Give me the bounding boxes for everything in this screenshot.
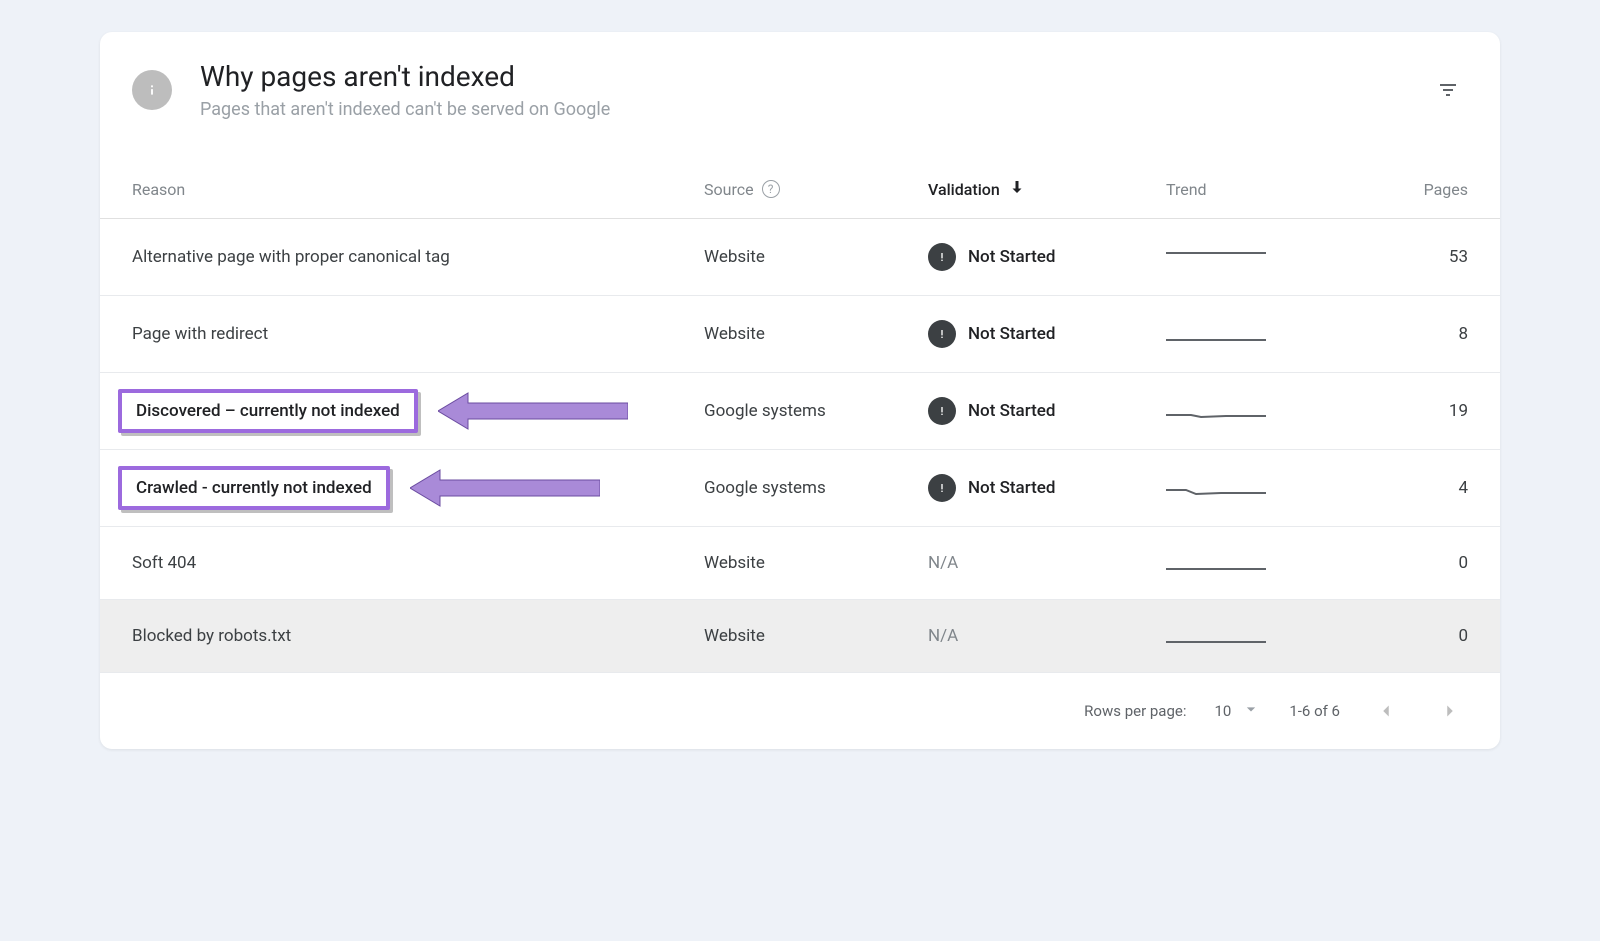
source-cell: Website (688, 296, 912, 373)
table-row[interactable]: Discovered – currently not indexed Google… (100, 373, 1500, 450)
sparkline (1166, 624, 1266, 648)
reasons-table: Reason Source ? Validation Trend Pages A… (100, 138, 1500, 673)
source-cell: Website (688, 527, 912, 600)
validation-cell: Not Started (912, 373, 1150, 450)
prev-page-button[interactable] (1368, 693, 1404, 729)
card-header: Why pages aren't indexed Pages that aren… (100, 32, 1500, 138)
chevron-right-icon (1439, 700, 1461, 722)
col-header-source[interactable]: Source ? (688, 138, 912, 219)
warning-icon (928, 243, 956, 271)
card-subtitle: Pages that aren't indexed can't be serve… (200, 99, 1428, 120)
trend-cell (1150, 296, 1332, 373)
card-title: Why pages aren't indexed (200, 60, 1428, 93)
chevron-left-icon (1375, 700, 1397, 722)
next-page-button[interactable] (1432, 693, 1468, 729)
col-header-pages[interactable]: Pages (1332, 138, 1500, 219)
trend-cell (1150, 600, 1332, 673)
sparkline (1166, 476, 1266, 500)
pages-cell: 0 (1332, 600, 1500, 673)
pages-cell: 4 (1332, 450, 1500, 527)
validation-cell: N/A (912, 527, 1150, 600)
pages-cell: 0 (1332, 527, 1500, 600)
validation-cell: Not Started (912, 219, 1150, 296)
sparkline (1166, 551, 1266, 575)
page-range: 1-6 of 6 (1289, 702, 1340, 720)
filter-icon (1436, 78, 1460, 102)
source-cell: Website (688, 600, 912, 673)
filter-button[interactable] (1428, 70, 1468, 110)
trend-cell (1150, 527, 1332, 600)
warning-icon (928, 397, 956, 425)
indexing-reasons-card: Why pages aren't indexed Pages that aren… (100, 32, 1500, 749)
reason-cell: Page with redirect (100, 296, 688, 373)
source-cell: Google systems (688, 373, 912, 450)
validation-cell: Not Started (912, 450, 1150, 527)
reason-cell: Discovered – currently not indexed (100, 373, 688, 450)
table-row[interactable]: Page with redirectWebsite Not Started 8 (100, 296, 1500, 373)
col-header-trend[interactable]: Trend (1150, 138, 1332, 219)
help-icon[interactable]: ? (762, 180, 780, 198)
pages-cell: 19 (1332, 373, 1500, 450)
source-cell: Google systems (688, 450, 912, 527)
trend-cell (1150, 373, 1332, 450)
rows-per-page-value: 10 (1214, 702, 1231, 720)
pagination-bar: Rows per page: 10 1-6 of 6 (100, 673, 1500, 749)
sort-desc-icon (1008, 178, 1026, 200)
validation-cell: Not Started (912, 296, 1150, 373)
warning-icon (928, 320, 956, 348)
caret-down-icon (1241, 699, 1261, 723)
source-cell: Website (688, 219, 912, 296)
validation-status: N/A (928, 553, 958, 573)
table-row[interactable]: Blocked by robots.txtWebsite N/A 0 (100, 600, 1500, 673)
warning-icon (928, 474, 956, 502)
pages-cell: 8 (1332, 296, 1500, 373)
reason-cell: Blocked by robots.txt (100, 600, 688, 673)
reason-cell: Crawled - currently not indexed (100, 450, 688, 527)
reason-cell: Soft 404 (100, 527, 688, 600)
arrow-left-icon (410, 468, 600, 508)
trend-cell (1150, 450, 1332, 527)
highlight-annotation: Discovered – currently not indexed (118, 389, 418, 433)
highlight-annotation: Crawled - currently not indexed (118, 466, 390, 510)
table-row[interactable]: Alternative page with proper canonical t… (100, 219, 1500, 296)
validation-status: N/A (928, 626, 958, 646)
rows-per-page-select[interactable]: 10 (1214, 699, 1261, 723)
table-row[interactable]: Soft 404Website N/A 0 (100, 527, 1500, 600)
rows-per-page-label: Rows per page: (1084, 702, 1186, 720)
validation-status: Not Started (968, 401, 1055, 421)
arrow-left-icon (438, 391, 628, 431)
validation-cell: N/A (912, 600, 1150, 673)
reason-cell: Alternative page with proper canonical t… (100, 219, 688, 296)
sparkline (1166, 322, 1266, 346)
pages-cell: 53 (1332, 219, 1500, 296)
trend-cell (1150, 219, 1332, 296)
table-row[interactable]: Crawled - currently not indexed Google sy… (100, 450, 1500, 527)
validation-status: Not Started (968, 324, 1055, 344)
col-header-reason[interactable]: Reason (100, 138, 688, 219)
info-icon (132, 70, 172, 110)
col-header-validation[interactable]: Validation (912, 138, 1150, 219)
sparkline (1166, 245, 1266, 269)
validation-status: Not Started (968, 478, 1055, 498)
validation-status: Not Started (968, 247, 1055, 267)
sparkline (1166, 399, 1266, 423)
